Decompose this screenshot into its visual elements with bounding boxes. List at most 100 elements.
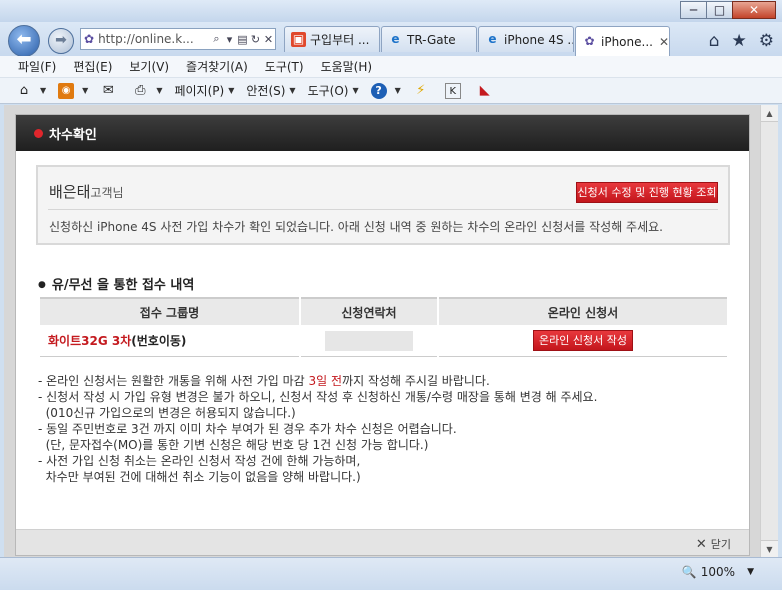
- rss-icon: ◉: [58, 82, 75, 99]
- stop-icon[interactable]: ✕: [262, 33, 275, 46]
- menu-help[interactable]: 도움말(H): [321, 58, 373, 75]
- tab-2[interactable]: e TR-Gate: [381, 26, 477, 52]
- home-icon: ⌂: [19, 82, 29, 98]
- printer-icon: ⎙: [135, 82, 146, 98]
- group-name-cell: 화이트32G 3차(번호이동): [40, 325, 299, 357]
- tab-label: TR-Gate: [407, 32, 456, 47]
- menu-edit[interactable]: 편집(E): [73, 58, 112, 75]
- close-label: 닫기: [710, 538, 731, 551]
- ie-icon: e: [391, 32, 400, 46]
- contact-cell: [301, 325, 437, 357]
- page-viewport: 차수확인 배은태고객님 신청서 수정 및 진행 현황 조회 신청하신 iPhon…: [4, 105, 760, 557]
- browser-icons: ⌂ ★ ⚙: [709, 31, 774, 51]
- vertical-scrollbar[interactable]: ▲ ▼: [760, 105, 778, 557]
- tab-3[interactable]: e iPhone 4S ...: [478, 26, 574, 52]
- favorites-star-icon[interactable]: ★: [732, 31, 747, 51]
- address-bar[interactable]: ✿ http://online.k... ⌕ ▾ ▤ ↻ ✕: [80, 28, 276, 50]
- command-bar: ⌂ ▼ ◉ ▼ ✉ ⎙ ▼ 페이지(P) ▼ 안전(S) ▼ 도구(O) ▼ ? ▼ ⚡ K …: [0, 78, 782, 104]
- navigation-bar: ⬅ ➡ ✿ http://online.k... ⌕ ▾ ▤ ↻ ✕ ▣ 구입부…: [0, 22, 782, 57]
- safety-menu[interactable]: 안전(S) ▼: [246, 82, 295, 99]
- dropdown-icon[interactable]: ▾: [223, 33, 236, 46]
- title-bar: ─ □ ✕: [0, 0, 782, 22]
- notice-deadline: 3일 전: [308, 374, 343, 388]
- site-icon: ✿: [84, 32, 95, 46]
- notice-text: - 온라인 신청서는 원활한 개통을 위해 사전 가입 마감 3일 전까지 작성…: [38, 373, 597, 485]
- tab-label: 구입부터 ...: [310, 33, 370, 47]
- flower-icon: ✿: [584, 34, 595, 48]
- write-online-form-button[interactable]: 온라인 신청서 작성: [533, 330, 633, 351]
- registration-table: 접수 그룹명 신청연락처 온라인 신청서 화이트32G 3차(번호이동) 온라인…: [38, 297, 729, 357]
- mail-button[interactable]: ✉: [100, 83, 120, 99]
- minimize-button[interactable]: ─: [680, 1, 707, 19]
- table-row: 화이트32G 3차(번호이동) 온라인 신청서 작성: [40, 325, 727, 357]
- extension-button-2[interactable]: K: [444, 82, 465, 99]
- popup-window: 차수확인 배은태고객님 신청서 수정 및 진행 현황 조회 신청하신 iPhon…: [15, 114, 750, 556]
- tab-1[interactable]: ▣ 구입부터 ...: [284, 26, 380, 52]
- group-name-type: (번호이동): [131, 334, 187, 348]
- feeds-button[interactable]: ◉ ▼: [58, 82, 88, 99]
- maximize-button[interactable]: □: [706, 1, 733, 19]
- ie-icon: e: [488, 32, 497, 46]
- popup-header: 차수확인: [16, 115, 749, 151]
- status-bar: 🔍 100% ▼: [0, 557, 782, 590]
- divider: [48, 209, 718, 210]
- extension-button-1[interactable]: ⚡: [413, 83, 433, 99]
- customer-box: 배은태고객님 신청서 수정 및 진행 현황 조회 신청하신 iPhone 4S …: [36, 165, 730, 245]
- zoom-control[interactable]: 🔍 100% ▼: [682, 565, 754, 579]
- window-controls: ─ □ ✕: [680, 1, 776, 19]
- menu-favorites[interactable]: 즐겨찾기(A): [186, 58, 248, 75]
- status-lookup-button[interactable]: 신청서 수정 및 진행 현황 조회: [576, 182, 718, 203]
- col-contact: 신청연락처: [301, 297, 437, 325]
- print-button[interactable]: ⎙ ▼: [132, 83, 162, 99]
- extension-button-3[interactable]: ◣: [477, 83, 497, 99]
- gift-icon: ▣: [291, 32, 306, 47]
- home-icon[interactable]: ⌂: [709, 31, 720, 51]
- forward-button[interactable]: ➡: [48, 28, 74, 54]
- menu-bar: 파일(F) 편집(E) 보기(V) 즐겨찾기(A) 도구(T) 도움말(H): [0, 56, 782, 78]
- red-dot-icon: [34, 128, 43, 138]
- close-popup-button[interactable]: ✕ 닫기: [696, 536, 731, 552]
- tab-4[interactable]: ✿ iPhone... ✕: [575, 26, 670, 56]
- zoom-icon: 🔍: [681, 565, 697, 579]
- help-button[interactable]: ? ▼: [370, 82, 401, 99]
- popup-footer: ✕ 닫기: [16, 529, 749, 555]
- col-group-name: 접수 그룹명: [40, 297, 299, 325]
- confirmation-message: 신청하신 iPhone 4S 사전 가입 차수가 확인 되었습니다. 아래 신청…: [49, 220, 663, 234]
- help-icon: ?: [370, 82, 387, 99]
- compat-icon[interactable]: ▤: [236, 33, 249, 46]
- action-cell: 온라인 신청서 작성: [439, 325, 727, 357]
- close-icon: ✕: [695, 537, 707, 552]
- scroll-down-icon[interactable]: ▼: [761, 540, 778, 557]
- tools-label: 도구(O): [307, 84, 349, 98]
- page-label: 페이지(P): [174, 84, 225, 98]
- close-tab-icon[interactable]: ✕: [653, 35, 669, 49]
- notice-line1-end: 까지 작성해 주시길 바랍니다.: [342, 374, 490, 388]
- tab-label: iPhone...: [601, 34, 653, 49]
- refresh-icon[interactable]: ↻: [249, 33, 262, 46]
- zoom-dropdown-icon[interactable]: ▼: [747, 567, 754, 577]
- section-title: ● 유/무선 을 통한 접수 내역: [38, 274, 194, 293]
- menu-tools[interactable]: 도구(T): [265, 58, 304, 75]
- menu-view[interactable]: 보기(V): [129, 58, 169, 75]
- settings-gear-icon[interactable]: ⚙: [759, 31, 774, 51]
- search-icon[interactable]: ⌕: [210, 32, 223, 46]
- mail-icon: ✉: [102, 82, 114, 98]
- close-window-button[interactable]: ✕: [732, 1, 776, 19]
- home-button[interactable]: ⌂ ▼: [16, 83, 46, 99]
- wand-icon: ⚡: [416, 82, 426, 98]
- section-title-text: 유/무선 을 통한 접수 내역: [51, 278, 195, 293]
- k-icon: K: [444, 82, 461, 99]
- menu-file[interactable]: 파일(F): [18, 58, 56, 75]
- safety-label: 안전(S): [246, 84, 286, 98]
- customer-name: 배은태고객님: [49, 181, 124, 202]
- back-button[interactable]: ⬅: [8, 25, 40, 57]
- notice-line1: - 온라인 신청서는 원활한 개통을 위해 사전 가입 마감: [38, 374, 309, 388]
- url-text[interactable]: http://online.k...: [98, 32, 210, 46]
- tools-menu[interactable]: 도구(O) ▼: [308, 82, 359, 99]
- scroll-up-icon[interactable]: ▲: [761, 105, 778, 122]
- popup-title: 차수확인: [49, 127, 97, 143]
- customer-suffix: 고객님: [90, 186, 124, 200]
- page-menu[interactable]: 페이지(P) ▼: [174, 82, 234, 99]
- col-online-form: 온라인 신청서: [439, 297, 727, 325]
- contact-masked: [325, 330, 413, 351]
